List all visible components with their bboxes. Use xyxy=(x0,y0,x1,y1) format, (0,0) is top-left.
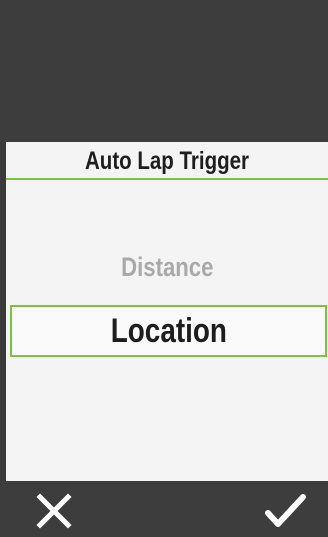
confirm-button[interactable] xyxy=(258,489,318,533)
settings-panel: Auto Lap Trigger Distance Location xyxy=(6,142,328,481)
device-screen: Auto Lap Trigger Distance Location xyxy=(0,0,328,537)
option-distance-label: Distance xyxy=(120,252,214,282)
page-header: Auto Lap Trigger xyxy=(6,142,328,180)
top-status-area xyxy=(0,0,328,142)
checkmark-icon xyxy=(265,494,306,527)
cancel-button[interactable] xyxy=(24,489,84,533)
option-location-label: Location xyxy=(110,312,227,350)
close-icon xyxy=(36,493,72,529)
page-title: Auto Lap Trigger xyxy=(85,147,249,175)
bottom-action-bar xyxy=(0,481,328,537)
option-distance[interactable]: Distance xyxy=(6,252,328,283)
option-location[interactable]: Location xyxy=(10,305,327,357)
